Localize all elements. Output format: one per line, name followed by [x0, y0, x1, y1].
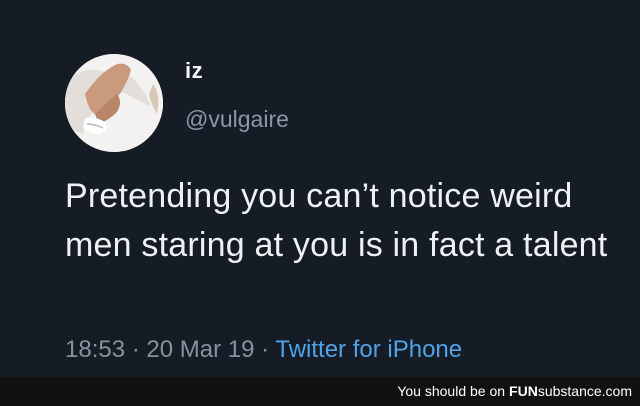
- watermark-prefix: You should be on: [397, 383, 506, 399]
- tweet-source-link[interactable]: Twitter for iPhone: [275, 336, 462, 363]
- display-name[interactable]: iz: [185, 58, 203, 84]
- tweet-text: Pretending you can’t notice weird men st…: [65, 177, 608, 264]
- meta-separator-2: ·: [254, 336, 276, 363]
- watermark-brand-rest: substance.com: [537, 383, 632, 399]
- watermark-brand-bold: FUN: [509, 383, 538, 399]
- user-handle[interactable]: @vulgaire: [185, 106, 289, 133]
- watermark-footer: You should be on FUNsubstance.com: [0, 377, 640, 406]
- watermark-text[interactable]: You should be on FUNsubstance.com: [397, 383, 632, 399]
- meta-separator: ·: [125, 336, 147, 363]
- tweet-date[interactable]: 20 Mar 19: [146, 336, 254, 363]
- tweet-meta: 18:53 · 20 Mar 19 · Twitter for iPhone: [65, 336, 462, 364]
- avatar[interactable]: [65, 54, 163, 152]
- tweet-card: iz @vulgaire Pretending you can’t notice…: [0, 0, 640, 377]
- tweet-time[interactable]: 18:53: [65, 336, 125, 363]
- avatar-photo: [65, 54, 163, 152]
